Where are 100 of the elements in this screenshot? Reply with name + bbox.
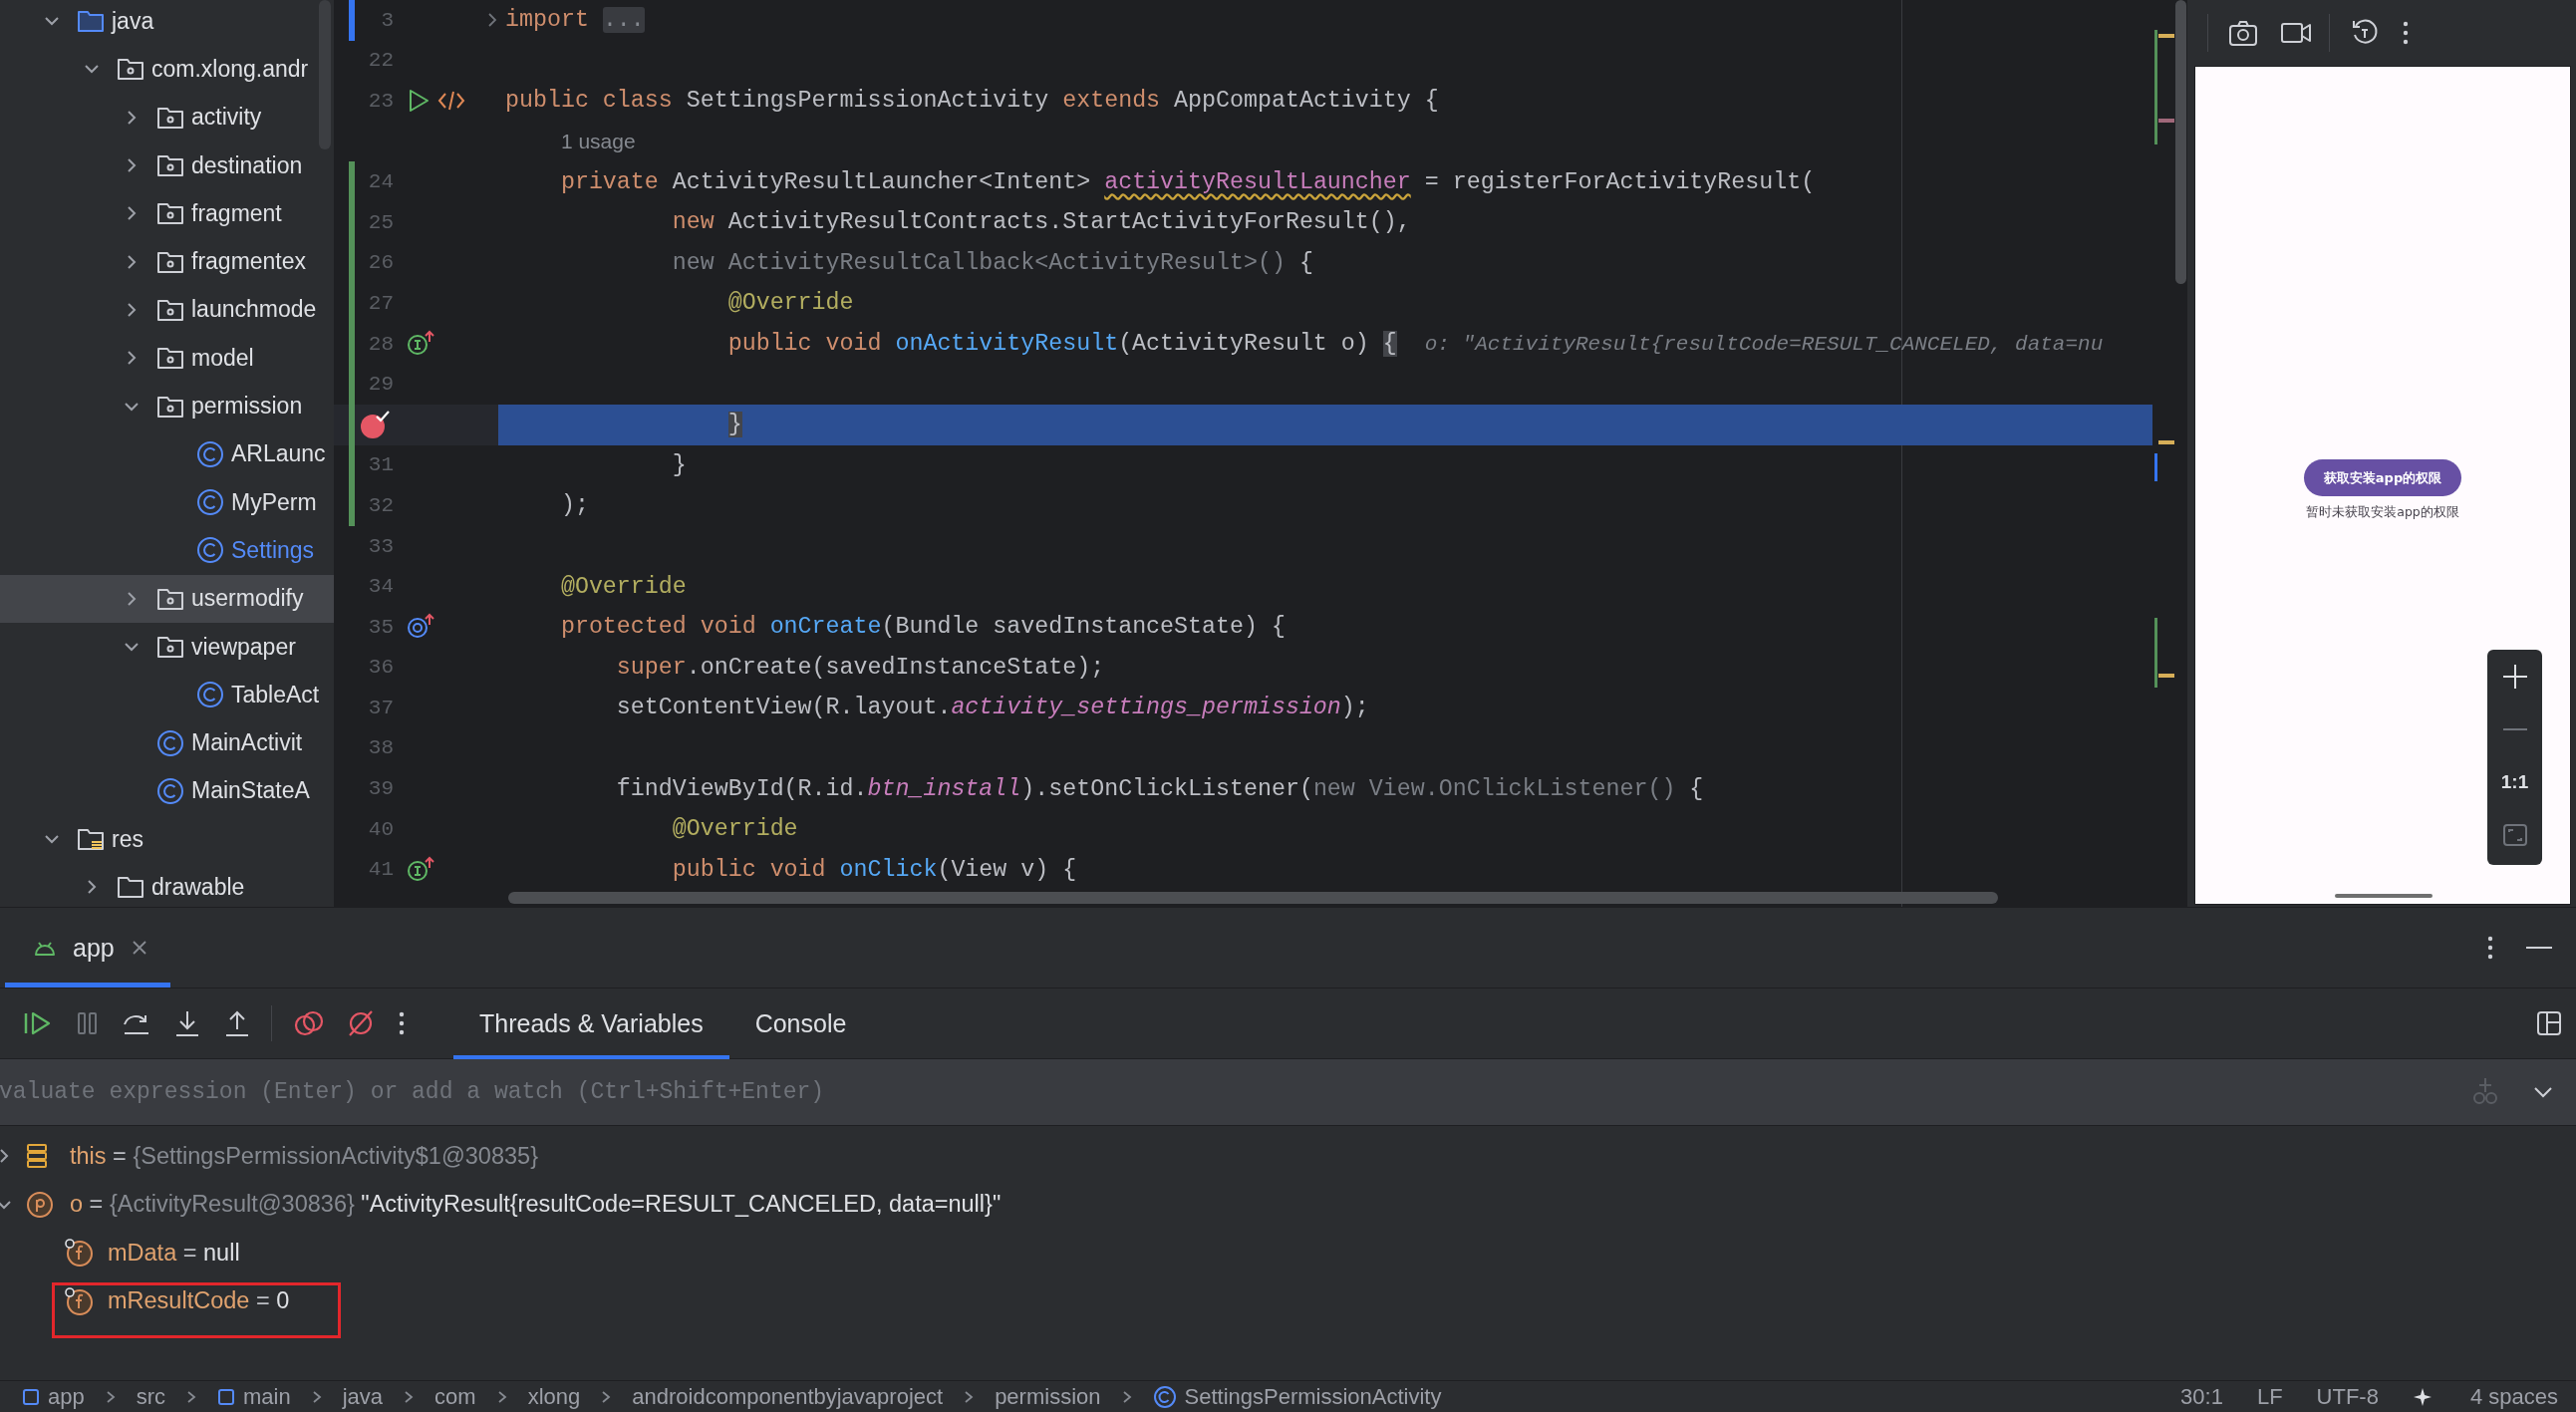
- variable-row[interactable]: this = {SettingsPermissionActivity$1@30835}: [0, 1132, 2576, 1181]
- class-icon: [155, 775, 185, 806]
- code-line: @Override: [671, 815, 799, 845]
- tree-item[interactable]: usermodify: [0, 574, 334, 623]
- module-icon: [217, 1387, 236, 1406]
- zoom-out-icon[interactable]: [2501, 726, 2528, 731]
- step-out-icon[interactable]: [223, 1008, 251, 1038]
- tree-item[interactable]: MyPerm: [0, 477, 334, 527]
- video-camera-icon[interactable]: [2280, 20, 2312, 46]
- class-icon: [195, 487, 225, 518]
- tree-item[interactable]: TableAct: [0, 671, 334, 719]
- breakpoints-icon[interactable]: [294, 1008, 324, 1038]
- module-icon: [22, 1387, 40, 1406]
- breadcrumb[interactable]: app: [22, 1383, 85, 1410]
- tree-item[interactable]: drawable: [0, 863, 334, 907]
- more-icon[interactable]: [2402, 19, 2410, 47]
- code-line: new ActivityResultCallback<ActivityResult>() {: [671, 248, 1314, 278]
- tab[interactable]: Console: [728, 988, 873, 1059]
- breadcrumb[interactable]: SettingsPermissionActivity: [1152, 1383, 1442, 1410]
- line-number: 25: [367, 210, 394, 234]
- breadcrumb[interactable]: permission: [995, 1383, 1101, 1410]
- line-number: 26: [367, 251, 394, 275]
- line-number: 35: [367, 615, 394, 639]
- line-number: 27: [367, 291, 394, 315]
- camera-icon[interactable]: [2228, 19, 2258, 47]
- breadcrumb[interactable]: xlong: [527, 1383, 581, 1410]
- class-icon: [195, 535, 225, 566]
- cursor-position[interactable]: 30:1: [2180, 1383, 2223, 1410]
- tree-item[interactable]: model: [0, 334, 334, 383]
- tree-item[interactable]: activity: [0, 93, 334, 141]
- tree-item[interactable]: com.xlong.andr: [0, 45, 334, 94]
- tree-item[interactable]: viewpaper: [0, 622, 334, 672]
- tree-item[interactable]: Settings: [0, 526, 334, 575]
- line-number: 31: [367, 453, 394, 477]
- fit-screen-icon[interactable]: [2501, 822, 2528, 847]
- more-icon[interactable]: [398, 1009, 406, 1037]
- file-encoding[interactable]: UTF-8: [2316, 1383, 2379, 1410]
- vertical-scrollbar[interactable]: [2175, 0, 2186, 284]
- field-icon: [64, 1285, 94, 1316]
- close-icon[interactable]: [130, 939, 148, 957]
- minimize-icon[interactable]: [2526, 946, 2552, 950]
- mute-breakpoints-icon[interactable]: [346, 1008, 376, 1038]
- code-line: public class SettingsPermissionActivity extends AppCompatActivity {: [504, 87, 1440, 117]
- breadcrumb[interactable]: src: [136, 1383, 166, 1410]
- line-number: 33: [367, 534, 394, 558]
- code-line: new ActivityResultContracts.StartActivityForResult(),: [671, 208, 1412, 238]
- tree-item[interactable]: destination: [0, 141, 334, 190]
- variable-row[interactable]: o = {ActivityResult@30836} "ActivityResult{resultCode=RESULT_CANCELED, data=null}": [0, 1180, 2576, 1229]
- class-icon: [195, 680, 225, 710]
- class-icon: [155, 727, 185, 758]
- line-number: 39: [367, 777, 394, 801]
- permission-button[interactable]: 获取安装app的权限: [2304, 459, 2461, 496]
- line-number: 40: [367, 817, 394, 841]
- tree-item[interactable]: MainActivit: [0, 718, 334, 767]
- tree-item[interactable]: fragment: [0, 189, 334, 238]
- session-tab[interactable]: app: [5, 908, 170, 988]
- tree-item[interactable]: launchmode: [0, 285, 334, 335]
- evaluate-field[interactable]: valuate expression (Enter) or add a watch (Ctrl+Shift+Enter): [0, 1059, 2470, 1125]
- more-icon[interactable]: [2486, 934, 2494, 962]
- variable-row[interactable]: mResultCode = 0: [0, 1276, 2576, 1325]
- inlay-hint: o: "ActivityResult{resultCode=RESULT_CANCELED, data=nu: [1424, 332, 2104, 356]
- code-line: public void onClick(View v) {: [671, 855, 1078, 885]
- horizontal-scrollbar[interactable]: [508, 892, 1998, 904]
- tree-item[interactable]: res: [0, 815, 334, 864]
- line-number: 37: [367, 696, 394, 719]
- stack-icon: [26, 1143, 48, 1170]
- parameter-icon: [26, 1190, 54, 1219]
- code-line: public void onActivityResult(ActivityResult o) {: [726, 330, 1397, 360]
- actual-size-button[interactable]: 1:1: [2500, 770, 2529, 793]
- line-number: 22: [367, 49, 394, 73]
- code-line: findViewById(R.id.btn_install).setOnClickListener(new View.OnClickListener() {: [615, 774, 1705, 804]
- zoom-in-icon[interactable]: [2501, 663, 2528, 690]
- code-line: private ActivityResultLauncher<Intent> activityResultLauncher = registerForActivityResult(: [559, 167, 1817, 197]
- code-line: import ...: [504, 6, 646, 36]
- tree-item[interactable]: permission: [0, 382, 334, 430]
- indent-setting[interactable]: 4 spaces: [2469, 1383, 2558, 1410]
- line-number: 24: [367, 170, 394, 194]
- status-text: 暂时未获取安装app的权限: [2306, 504, 2459, 521]
- code-line: @Override: [726, 289, 855, 319]
- tree-item[interactable]: java: [0, 0, 334, 46]
- line-ending[interactable]: LF: [2256, 1383, 2283, 1410]
- tree-item[interactable]: fragmentex: [0, 237, 334, 286]
- tree-item[interactable]: MainStateA: [0, 766, 334, 816]
- breadcrumb[interactable]: com: [434, 1383, 476, 1410]
- layout-icon[interactable]: [2536, 1010, 2562, 1036]
- code-line: setContentView(R.layout.activity_settings_permission);: [615, 694, 1370, 723]
- breadcrumb[interactable]: main: [217, 1383, 291, 1410]
- line-number: 36: [367, 656, 394, 680]
- breadcrumb[interactable]: androidcomponentbyjavaproject: [632, 1383, 944, 1410]
- tree-item[interactable]: ARLaunc: [0, 429, 334, 478]
- line-number: 41: [367, 858, 394, 882]
- field-icon: [64, 1238, 94, 1269]
- code-line: 1 usage: [559, 129, 637, 155]
- line-number: 34: [367, 575, 394, 599]
- breadcrumb[interactable]: java: [342, 1383, 384, 1410]
- implements-marker-icon[interactable]: [406, 855, 435, 884]
- step-into-icon[interactable]: [173, 1008, 201, 1038]
- code-line: protected void onCreate(Bundle savedInstanceState) {: [559, 613, 1287, 643]
- variable-row[interactable]: mData = null: [0, 1229, 2576, 1277]
- code-line: );: [559, 491, 590, 521]
